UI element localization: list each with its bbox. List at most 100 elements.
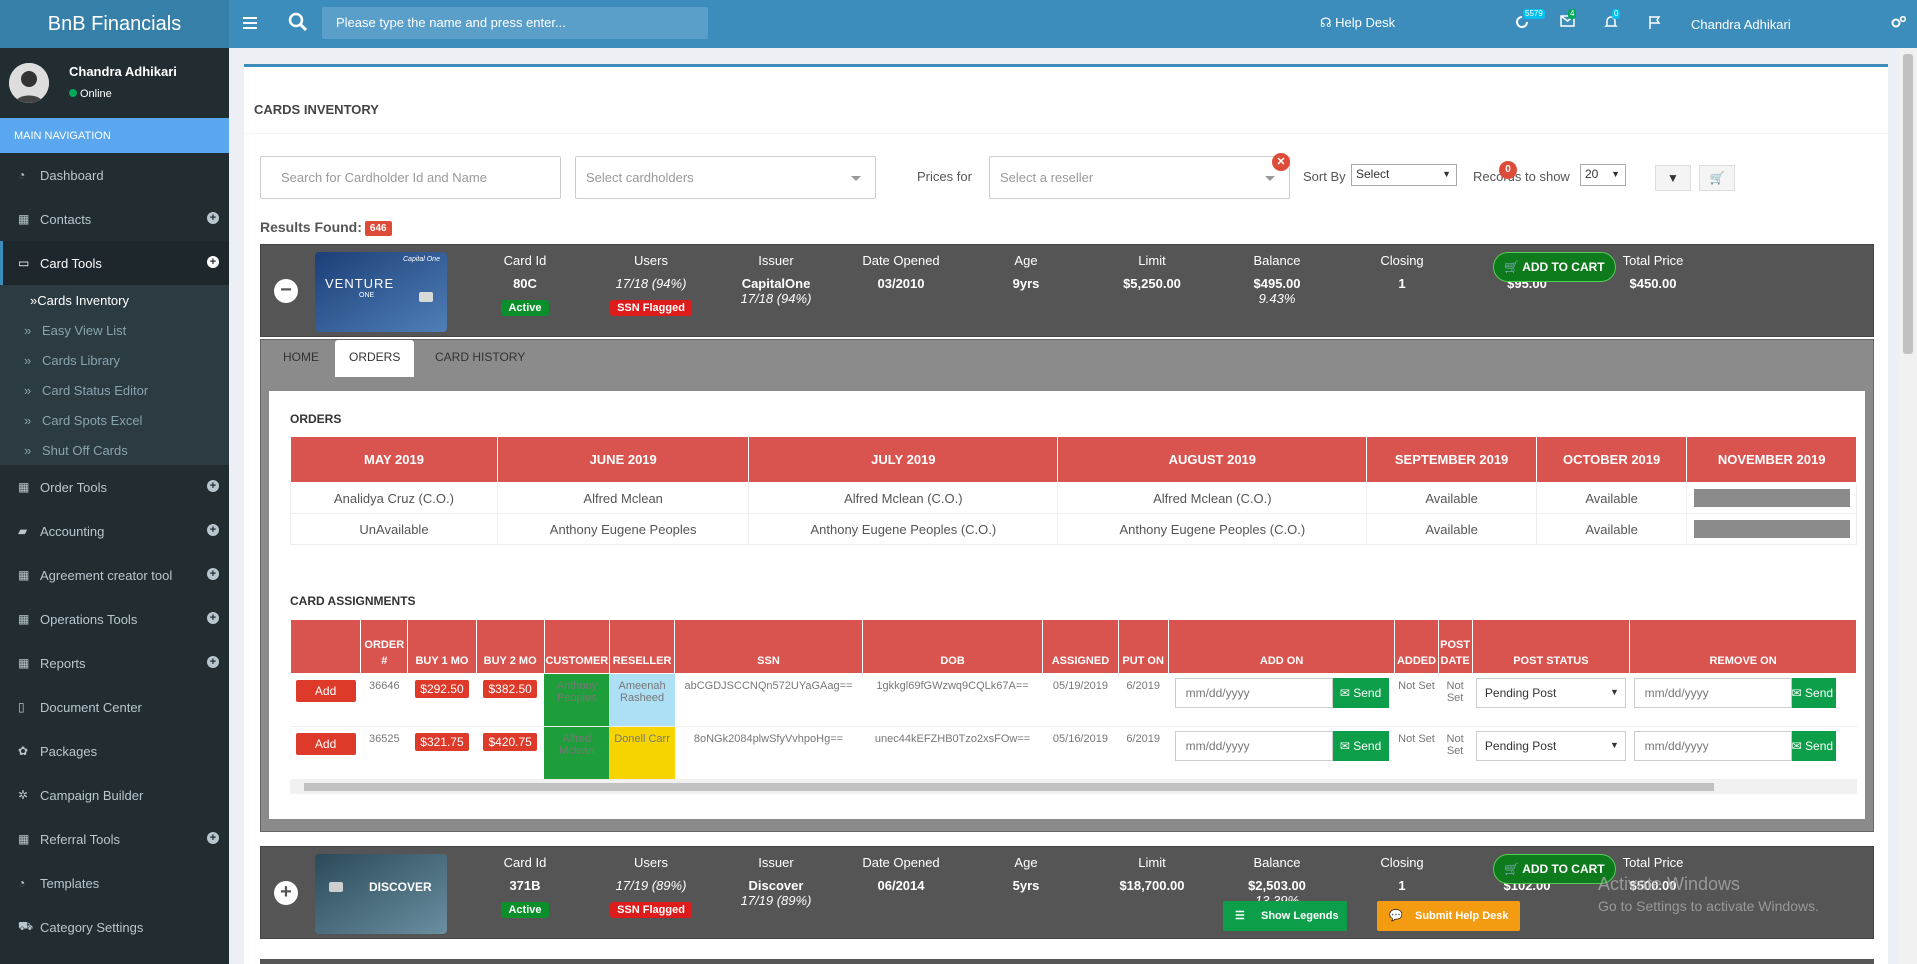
mail-icon[interactable]: 4 xyxy=(1560,9,1577,30)
submenu-item-cards-inventory[interactable]: » Cards Inventory xyxy=(0,285,229,315)
unavailable-slot xyxy=(1686,513,1857,545)
submenu-item-card-spots-excel[interactable]: » Card Spots Excel xyxy=(0,405,229,435)
month-header: AUGUST 2019 xyxy=(1057,436,1368,483)
cardholder-search-input[interactable]: Search for Cardholder Id and Name xyxy=(260,156,561,199)
app-root: BnB Financials Please type the name and … xyxy=(0,0,1917,964)
cart-button[interactable]: 🛒 xyxy=(1699,165,1735,191)
users-col: Users 17/18 (94%) SSN Flagged xyxy=(586,253,716,316)
table-icon: ▦ xyxy=(18,612,30,626)
prices-for-label: Prices for xyxy=(917,169,972,184)
ssn-flag-badge: SSN Flagged xyxy=(610,300,692,316)
hamburger-icon[interactable] xyxy=(243,13,257,34)
avatar xyxy=(9,63,49,103)
sidebar-item-operations-tools[interactable]: ▦ Operations Tools + xyxy=(0,597,229,641)
submenu-item-cards-library[interactable]: » Cards Library xyxy=(0,345,229,375)
gear-icon: ✲ xyxy=(18,788,29,802)
unavailable-slot xyxy=(1686,482,1857,514)
envelope-icon: ✉ xyxy=(1339,686,1354,700)
user-status: Online xyxy=(69,88,112,100)
post-status-select[interactable]: Pending Post ▼ xyxy=(1475,731,1626,761)
card-id-col: Card Id 80C Active xyxy=(460,253,590,316)
scrollbar-thumb[interactable] xyxy=(1903,54,1913,354)
sort-by-select[interactable]: Select ▼ xyxy=(1351,164,1457,186)
sidebar-item-templates[interactable]: ◔ Templates xyxy=(0,861,229,905)
sidebar-item-agreement-creator-tool[interactable]: ▦ Agreement creator tool + xyxy=(0,553,229,597)
table-icon: ▦ xyxy=(18,832,30,846)
collapse-minus-icon[interactable]: − xyxy=(274,279,298,303)
horizontal-scrollbar[interactable] xyxy=(290,780,1857,794)
show-legends-button[interactable]: ☰ Show Legends xyxy=(1223,901,1347,931)
top-user-name[interactable]: Chandra Adhikari xyxy=(1691,17,1791,32)
bell-icon[interactable]: 0 xyxy=(1604,9,1621,32)
sidebar-item-referral-tools[interactable]: ▦ Referral Tools + xyxy=(0,817,229,861)
add-to-cart-button[interactable]: 🛒 ADD TO CART xyxy=(1493,252,1616,282)
cart-icon: 🛒 xyxy=(1504,260,1523,274)
add-on-date-input[interactable]: mm/dd/yyyy xyxy=(1174,731,1333,761)
app-logo[interactable]: BnB Financials xyxy=(0,0,229,48)
card-assignments-table: ORDER # BUY 1 MO BUY 2 MO CUSTOMER RESEL… xyxy=(289,619,1857,780)
month-header: JULY 2019 xyxy=(748,436,1059,483)
submenu-item-shut-off-cards[interactable]: » Shut Off Cards xyxy=(0,435,229,465)
submit-help-desk-button[interactable]: 💬 Submit Help Desk xyxy=(1377,901,1520,931)
sidebar-item-category-settings[interactable]: ⛟ Category Settings xyxy=(0,905,229,949)
gears-icon[interactable] xyxy=(1891,15,1907,32)
table-icon: ▦ xyxy=(18,568,30,582)
records-select[interactable]: 20 ▼ xyxy=(1580,164,1626,186)
cardholders-select[interactable]: Select cardholders xyxy=(575,156,876,199)
remove-on-date-input[interactable]: mm/dd/yyyy xyxy=(1633,731,1792,761)
sidebar-item-card-tools[interactable]: ▭ Card Tools + xyxy=(0,241,229,285)
sidebar-item-document-center[interactable]: ▯ Document Center xyxy=(0,685,229,729)
vertical-scrollbar[interactable] xyxy=(1899,48,1917,964)
sidebar-item-packages[interactable]: ✿ Packages xyxy=(0,729,229,773)
sidebar-item-contacts[interactable]: ▦ Contacts + xyxy=(0,197,229,241)
tab-card-history[interactable]: CARD HISTORY xyxy=(421,340,539,377)
send-button[interactable]: ✉ Send xyxy=(1332,731,1389,761)
flag-icon[interactable] xyxy=(1648,15,1662,32)
buy-2-month-button[interactable]: $420.75 xyxy=(483,733,537,751)
sidebar-item-order-tools[interactable]: ▦ Order Tools + xyxy=(0,465,229,509)
sidebar-item-campaign-builder[interactable]: ✲ Campaign Builder xyxy=(0,773,229,817)
help-desk-link[interactable]: ☊ Help Desk xyxy=(1320,15,1395,31)
balance-col: Balance $495.00 9.43% xyxy=(1253,253,1301,306)
send-button[interactable]: ✉ Send xyxy=(1332,678,1389,708)
sidebar-item-reports[interactable]: ▦ Reports + xyxy=(0,641,229,685)
chevron-double-right-icon: » xyxy=(24,412,32,428)
sync-icon[interactable]: 5579 xyxy=(1515,9,1545,32)
expand-plus-icon: + xyxy=(207,656,219,668)
orders-header-row: MAY 2019 JUNE 2019 JULY 2019 AUGUST 2019… xyxy=(290,436,1857,483)
reseller-select[interactable]: Select a reseller xyxy=(989,156,1290,199)
credit-card-icon: ▭ xyxy=(18,256,30,270)
chevron-double-right-icon: » xyxy=(24,352,32,368)
main-navigation-header: MAIN NAVIGATION xyxy=(0,118,229,153)
submenu-item-card-status-editor[interactable]: » Card Status Editor xyxy=(0,375,229,405)
sidebar-item-dashboard[interactable]: ◔ Dashboard xyxy=(0,153,229,197)
sidebar-item-accounting[interactable]: ▰ Accounting + xyxy=(0,509,229,553)
submenu-item-easy-view-list[interactable]: » Easy View List xyxy=(0,315,229,345)
global-search-input[interactable]: Please type the name and press enter... xyxy=(322,7,708,39)
expand-plus-icon[interactable]: + xyxy=(274,881,298,905)
add-button[interactable]: Add xyxy=(295,733,356,755)
send-button[interactable]: ✉ Send xyxy=(1791,678,1836,708)
buy-1-month-button[interactable]: $321.75 xyxy=(415,733,469,751)
buy-2-month-button[interactable]: $382.50 xyxy=(483,680,537,698)
search-icon[interactable] xyxy=(288,12,308,35)
expand-plus-icon: + xyxy=(207,568,219,580)
send-button[interactable]: ✉ Send xyxy=(1791,731,1836,761)
post-status-select[interactable]: Pending Post ▼ xyxy=(1475,678,1626,708)
scrollbar-thumb[interactable] xyxy=(304,783,1714,791)
clear-reseller-icon[interactable]: ✕ xyxy=(1272,153,1290,171)
assignments-header-row: ORDER # BUY 1 MO BUY 2 MO CUSTOMER RESEL… xyxy=(289,619,1857,674)
balance-col: Balance $2,503.00 13.39% xyxy=(1248,855,1306,901)
add-button[interactable]: Add xyxy=(295,680,356,702)
buy-1-month-button[interactable]: $292.50 xyxy=(415,680,469,698)
tab-orders[interactable]: ORDERS xyxy=(335,340,415,377)
sort-by-label: Sort By xyxy=(1303,169,1346,184)
dashboard-icon: ◔ xyxy=(18,876,26,890)
add-on-date-input[interactable]: mm/dd/yyyy xyxy=(1174,678,1333,708)
caret-down-icon: ▼ xyxy=(1442,169,1451,179)
month-header: SEPTEMBER 2019 xyxy=(1366,436,1537,483)
tab-home[interactable]: HOME xyxy=(269,340,333,377)
limit-col: Limit $18,700.00 xyxy=(1119,855,1185,893)
remove-on-date-input[interactable]: mm/dd/yyyy xyxy=(1633,678,1792,708)
filter-button[interactable]: ▼ xyxy=(1655,165,1691,191)
